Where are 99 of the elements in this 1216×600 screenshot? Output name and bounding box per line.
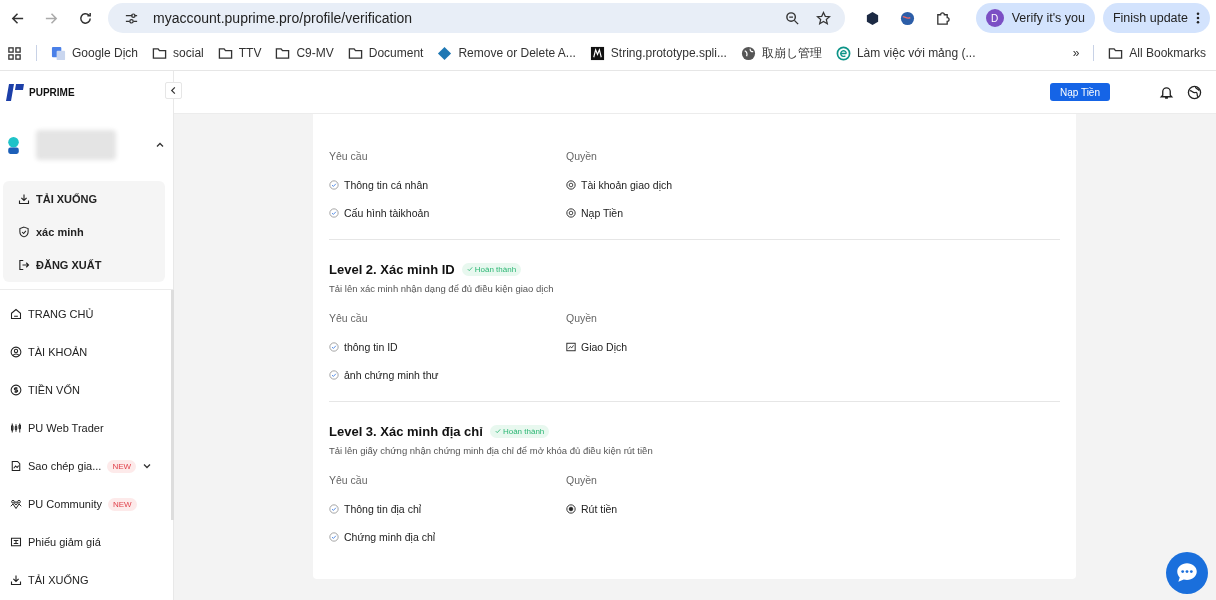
column-heading: Yêu cầu [329, 150, 369, 164]
brand-name: PUPRIME [29, 86, 75, 98]
star-icon[interactable] [815, 10, 831, 26]
update-button[interactable]: Finish update [1102, 3, 1210, 33]
chat-button[interactable] [1166, 552, 1208, 594]
chevron-left-icon [169, 86, 178, 95]
check-circle-icon [329, 532, 339, 542]
check-icon [494, 428, 501, 434]
folder-icon [217, 45, 233, 61]
nav-item[interactable]: PU Community NEW [0, 485, 173, 523]
bookmark[interactable]: Document [347, 45, 424, 61]
globe-icon [740, 45, 756, 61]
more-bookmarks-button[interactable]: » [1072, 46, 1080, 60]
language-icon[interactable] [1187, 84, 1202, 100]
column-heading: Yêu cầu [329, 474, 369, 488]
avatar-icon [5, 135, 22, 155]
folder-icon [275, 45, 291, 61]
dollar-icon [10, 384, 22, 396]
nav-item[interactable]: Sao chép gia... NEW [0, 447, 173, 485]
collapse-button[interactable] [165, 82, 182, 99]
bookmark[interactable]: 取崩し管理 [740, 44, 822, 62]
bookmark[interactable]: Google Dịch [51, 45, 139, 61]
check-circle-icon [329, 504, 339, 514]
right-text: Rút tiền [581, 503, 618, 515]
check-circle-icon [329, 342, 339, 352]
requirement-text: Thông tin địa chỉ [344, 503, 422, 515]
level-title: Level 3. Xác minh địa chỉ [329, 423, 483, 439]
level-title: Level 2. Xác minh ID [329, 261, 455, 277]
all-bookmarks-button[interactable]: All Bookmarks [1108, 45, 1206, 61]
document-chart-icon [10, 460, 22, 472]
download-icon [18, 192, 30, 205]
menu-item[interactable]: TẢI XUỐNG [3, 182, 165, 215]
bookmark[interactable]: Làm việc với mảng (... [835, 45, 976, 61]
check-circle-icon [329, 208, 339, 218]
translate-icon [51, 45, 66, 61]
level-description: Tải lên giấy chứng nhận chứng minh địa chỉ để mở khóa đủ điều kiện rút tiền [329, 445, 654, 456]
status-badge: Hoàn thành [461, 262, 522, 276]
circle-logo-icon [835, 45, 851, 61]
deposit-button[interactable]: Nạp Tiền [1049, 83, 1110, 101]
puzzle-icon[interactable] [934, 10, 950, 26]
candlestick-icon [10, 422, 22, 434]
level-description: Tải lên xác minh nhận dạng để đủ điều kiện giao dịch [329, 283, 555, 294]
ticket-icon [10, 536, 22, 548]
nav-item[interactable]: Phiếu giảm giá [0, 523, 173, 561]
right-text: Tài khoản giao dịch [581, 179, 673, 191]
home-icon [10, 308, 22, 320]
download-icon [10, 574, 22, 586]
chevron-icon[interactable] [155, 140, 165, 150]
requirement-text: Cấu hình tàikhoản [344, 207, 430, 219]
column-heading: Quyền [566, 312, 598, 326]
logout-icon [18, 258, 30, 271]
kebab-icon[interactable] [1196, 12, 1200, 24]
bookmark[interactable]: Remove or Delete A... [437, 45, 576, 61]
zoom-out-icon[interactable] [784, 10, 800, 26]
column-heading: Yêu cầu [329, 312, 369, 326]
nav-item[interactable]: TẢI XUỐNG [0, 561, 173, 599]
bookmark[interactable]: String.prototype.spli... [589, 45, 727, 61]
check-circle-icon [329, 370, 339, 380]
profile-button[interactable]: D Verify it's you [975, 3, 1095, 33]
extension-icon[interactable] [864, 10, 880, 26]
column-heading: Quyền [566, 150, 598, 164]
nav-item[interactable]: TRANG CHỦ [0, 295, 173, 333]
chevron-down-icon [142, 461, 153, 471]
site-settings-icon[interactable] [124, 10, 139, 26]
address-bar[interactable]: myaccount.puprime.pro/profile/verification [108, 3, 845, 33]
nav-item[interactable]: TIỀN VỐN [0, 371, 173, 409]
apps-icon[interactable] [7, 45, 22, 61]
circle-icon [566, 504, 576, 514]
user-circle-icon [10, 346, 22, 358]
circle-icon [566, 180, 576, 190]
chart-icon [566, 342, 576, 352]
requirement-text: ảnh chứng minh thư [344, 369, 439, 381]
right-text: Nạp Tiền [581, 207, 624, 219]
diamond-icon [437, 45, 453, 61]
logo-icon [5, 82, 25, 102]
nav-item[interactable]: PU Web Trader [0, 409, 173, 447]
reload-icon[interactable] [78, 10, 93, 26]
shield-check-icon [18, 225, 30, 238]
bell-icon[interactable] [1159, 84, 1174, 100]
requirement-text: Thông tin cá nhân [344, 179, 429, 191]
right-text: Giao Dịch [581, 341, 628, 353]
status-badge: Hoàn thành [489, 424, 550, 438]
circle-icon [566, 208, 576, 218]
letter-tile-icon [589, 45, 605, 61]
menu-item[interactable]: xác minh [3, 215, 165, 248]
bookmark[interactable]: social [152, 45, 204, 61]
bookmark[interactable]: C9-MV [275, 45, 334, 61]
requirement-text: thông tin ID [344, 341, 398, 353]
bookmark[interactable]: TTV [217, 45, 262, 61]
folder-icon [1108, 45, 1124, 61]
menu-item[interactable]: ĐĂNG XUẤT [3, 248, 165, 281]
folder-icon [347, 45, 363, 61]
requirement-text: Chứng minh địa chỉ [344, 531, 436, 543]
check-circle-icon [329, 180, 339, 190]
folder-icon [152, 45, 168, 61]
check-icon [466, 266, 473, 272]
column-heading: Quyền [566, 474, 598, 488]
nav-item[interactable]: TÀI KHOẢN [0, 333, 173, 371]
globe-extension-icon[interactable] [899, 10, 915, 26]
